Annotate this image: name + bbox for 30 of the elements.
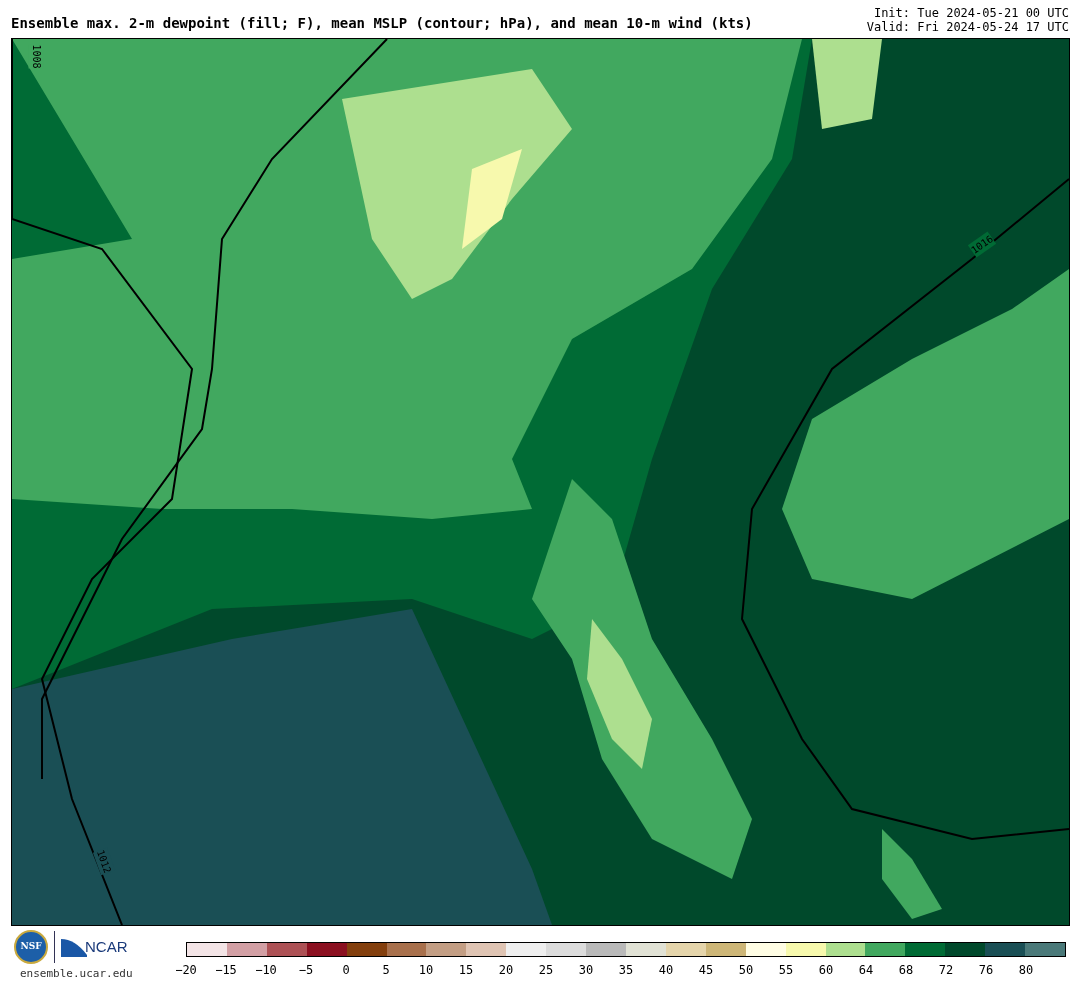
tick-label: 80 xyxy=(1018,962,1034,979)
tick-label: −10 xyxy=(255,962,277,979)
valid-time: Valid: Fri 2024-05-24 17 UTC xyxy=(866,20,1069,34)
ncar-wave-icon xyxy=(61,937,87,957)
tick-label: 60 xyxy=(818,962,834,979)
tick-label: −5 xyxy=(298,962,314,979)
tick-label: 30 xyxy=(578,962,594,979)
tick-label: 15 xyxy=(458,962,474,979)
tick-label: 45 xyxy=(698,962,714,979)
tick-label: 64 xyxy=(858,962,874,979)
tick-label: 50 xyxy=(738,962,754,979)
tick-label: −20 xyxy=(175,962,197,979)
tick-label: 76 xyxy=(978,962,994,979)
tick-label: 25 xyxy=(538,962,554,979)
contour-label: 1008 xyxy=(28,44,44,69)
ncar-logo: NCAR xyxy=(85,936,128,957)
chart-title: Ensemble max. 2-m dewpoint (fill; F), mean MSLP (contour; hPa), and mean 10-m wind (kts) xyxy=(11,14,753,33)
tick-label: 40 xyxy=(658,962,674,979)
tick-label: 55 xyxy=(778,962,794,979)
nsf-logo: NSF xyxy=(14,930,48,964)
tick-label: 35 xyxy=(618,962,634,979)
tick-label: 10 xyxy=(418,962,434,979)
init-time: Init: Tue 2024-05-21 00 UTC xyxy=(873,6,1069,20)
tick-label: 72 xyxy=(938,962,954,979)
tick-label: 20 xyxy=(498,962,514,979)
tick-label: −15 xyxy=(215,962,237,979)
tick-label: 0 xyxy=(342,962,350,979)
site-url: ensemble.ucar.edu xyxy=(20,966,133,982)
tick-label: 5 xyxy=(382,962,390,979)
tick-label: 68 xyxy=(898,962,914,979)
